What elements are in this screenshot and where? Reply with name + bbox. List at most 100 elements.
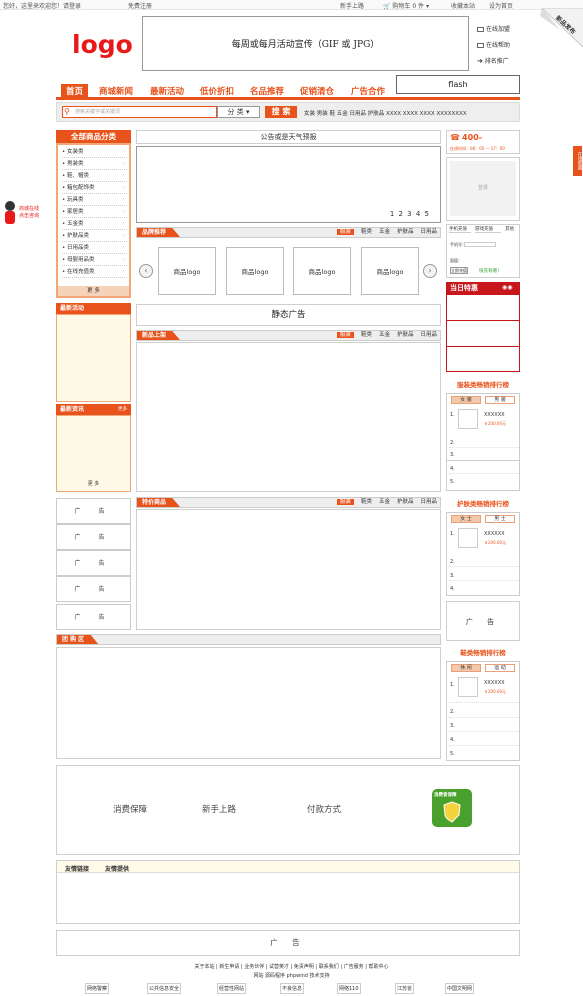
badge-bad-info[interactable]: 不良信息 <box>280 983 305 994</box>
service-rank[interactable]: ➜ 排名推广 <box>477 56 509 65</box>
service-join[interactable]: 在线加盟 <box>477 24 510 33</box>
register-link[interactable]: 免费注册 <box>128 1 152 10</box>
nav-discount[interactable]: 低价折扣 <box>200 85 234 97</box>
brand-logo[interactable]: 商品logo <box>158 247 216 295</box>
tab-hardware[interactable]: 五金 <box>379 499 390 505</box>
consumer-protection-badge[interactable]: 消费者保障 <box>432 789 472 827</box>
nav-arrows-icon[interactable]: ◉◉ <box>502 284 512 291</box>
prev-arrow-icon[interactable]: ‹ <box>139 264 153 278</box>
nav-ads[interactable]: 广告合作 <box>351 85 385 97</box>
ad-slot[interactable]: 广 告 <box>56 498 131 524</box>
guarantee-consumer[interactable]: 消费保障 <box>113 803 147 815</box>
category-item[interactable]: • 在线充值类 › <box>62 267 127 278</box>
news-more-link[interactable]: 更多 <box>118 404 127 415</box>
nav-brands[interactable]: 名品推荐 <box>250 85 284 97</box>
bottom-ad[interactable]: 广 告 <box>56 930 520 956</box>
badge-security[interactable]: 公共信息安全 <box>147 983 182 994</box>
category-more[interactable]: 更 多 <box>58 286 129 296</box>
badge-civilization[interactable]: 中国文明网 <box>445 983 475 994</box>
login-placeholder[interactable]: 登录 <box>450 161 516 216</box>
tab-friend-links[interactable]: 友情链接 <box>65 864 89 873</box>
category-item[interactable]: • 箱包配饰类 › <box>62 183 127 194</box>
category-item[interactable]: • 鞋、帽类 › <box>62 171 127 182</box>
tab-women[interactable]: 女 装 <box>451 396 481 404</box>
hot-words[interactable]: 女装 男装 鞋 五金 日用品 护肤品 XXXX XXXX XXXX XXXXXX… <box>304 109 467 117</box>
category-item[interactable]: • 女装类 › <box>62 147 127 158</box>
nav-news[interactable]: 商城新闻 <box>99 85 133 97</box>
tab-shoes[interactable]: 鞋类 <box>361 499 372 505</box>
tab-mobile-recharge[interactable]: 手机充值 <box>449 226 471 233</box>
site-logo[interactable]: logo <box>72 30 133 59</box>
ad-slot[interactable]: 广 告 <box>56 604 131 630</box>
tab-skincare[interactable]: 护肤品 <box>397 332 414 338</box>
right-float-service[interactable]: 在线客服 <box>573 146 582 176</box>
slide-pager[interactable]: 1 2 3 4 5 <box>390 210 430 218</box>
tab-daily[interactable]: 日用品 <box>420 499 437 505</box>
search-input[interactable]: 搜索关键字或关键词 <box>62 106 217 118</box>
guide-link[interactable]: 新手上路 <box>340 1 364 10</box>
ad-slot[interactable]: 广 告 <box>56 576 131 602</box>
tab-clothing[interactable]: 服装 <box>336 499 354 505</box>
category-item[interactable]: • 日用品类 › <box>62 243 127 254</box>
product-name[interactable]: XXXXXX <box>484 412 505 418</box>
category-item[interactable]: • 五金类 › <box>62 219 127 230</box>
category-item[interactable]: • 母婴用品类 › <box>62 255 127 266</box>
product-thumb[interactable] <box>458 409 478 429</box>
brand-logo[interactable]: 商品logo <box>293 247 351 295</box>
category-item[interactable]: • 玩具类 › <box>62 195 127 206</box>
tab-skincare[interactable]: 护肤品 <box>397 229 414 235</box>
ad-slot[interactable]: 广 告 <box>56 550 131 576</box>
nav-clearance[interactable]: 促销清仓 <box>300 85 334 97</box>
left-float-chat[interactable]: 商城在线 点击咨询 <box>2 200 52 230</box>
tab-ladies[interactable]: 女 士 <box>451 515 481 523</box>
tab-skincare[interactable]: 护肤品 <box>397 499 414 505</box>
favorite-link[interactable]: 收藏本站 <box>451 1 475 10</box>
product-thumb[interactable] <box>458 677 478 697</box>
brand-logo[interactable]: 商品logo <box>226 247 284 295</box>
guarantee-payment[interactable]: 付款方式 <box>307 803 341 815</box>
product-thumb[interactable] <box>458 528 478 548</box>
guarantee-newbie[interactable]: 新手上路 <box>202 803 236 815</box>
tab-game-recharge[interactable]: 游戏充值 <box>475 226 501 233</box>
badge-jiangsu[interactable]: 江苏省 <box>395 983 415 994</box>
badge-110[interactable]: 网络110 <box>337 983 361 994</box>
recharge-number-input[interactable] <box>464 242 496 247</box>
right-ad[interactable]: 广 告 <box>446 601 520 641</box>
tab-sports[interactable]: 运 动 <box>485 664 515 672</box>
tab-other-recharge[interactable]: 其他 <box>505 226 514 232</box>
next-arrow-icon[interactable]: › <box>423 264 437 278</box>
tab-men[interactable]: 男 装 <box>485 396 515 404</box>
tab-shoes[interactable]: 鞋类 <box>361 229 372 235</box>
tab-hardware[interactable]: 五金 <box>379 229 390 235</box>
category-item[interactable]: • 家居类 › <box>62 207 127 218</box>
cart-link[interactable]: 🛒 购物车 0 件 ▾ <box>383 1 429 10</box>
ad-slot[interactable]: 广 告 <box>56 524 131 550</box>
service-help[interactable]: 在线帮助 <box>477 40 510 49</box>
tab-gentlemen[interactable]: 男 士 <box>485 515 515 523</box>
promo-banner[interactable]: 每周或每月活动宣传（GIF 或 JPG） <box>142 16 469 71</box>
static-ad[interactable]: 静态广告 <box>136 304 441 326</box>
brand-logo[interactable]: 商品logo <box>361 247 419 295</box>
homepage-link[interactable]: 设为首页 <box>489 1 513 10</box>
tab-hardware[interactable]: 五金 <box>379 332 390 338</box>
recharge-link[interactable]: 快充有赠！ <box>479 268 502 274</box>
corner-badge[interactable]: 新品发布 <box>540 7 583 48</box>
tab-casual[interactable]: 休 闲 <box>451 664 481 672</box>
nav-home[interactable]: 首页 <box>61 84 89 98</box>
tab-shoes[interactable]: 鞋类 <box>361 332 372 338</box>
tab-clothing[interactable]: 服装 <box>336 229 354 235</box>
tab-clothing[interactable]: 服装 <box>336 332 354 338</box>
product-name[interactable]: XXXXXX <box>484 680 505 686</box>
badge-website[interactable]: 经营性网站 <box>217 983 247 994</box>
tab-daily[interactable]: 日用品 <box>420 332 437 338</box>
category-item[interactable]: • 护肤品类 › <box>62 231 127 242</box>
tab-daily[interactable]: 日用品 <box>420 229 437 235</box>
tab-friend-provide[interactable]: 友情提供 <box>105 864 129 873</box>
footer-links[interactable]: 关于本站 | 新生申请 | 业务伙伴 | 试营英才 | 免责声明 | 联系我们 … <box>0 963 583 970</box>
welcome-text[interactable]: 您好，这里来欢迎您！请登录 <box>3 1 81 10</box>
badge-police[interactable]: 网络警察 <box>85 983 110 994</box>
news-more[interactable]: 更 多 <box>57 480 130 487</box>
recharge-button[interactable]: 立即充值 <box>450 267 468 274</box>
category-item[interactable]: • 男装类 › <box>62 159 127 170</box>
search-button[interactable]: 搜 索 <box>265 106 297 118</box>
